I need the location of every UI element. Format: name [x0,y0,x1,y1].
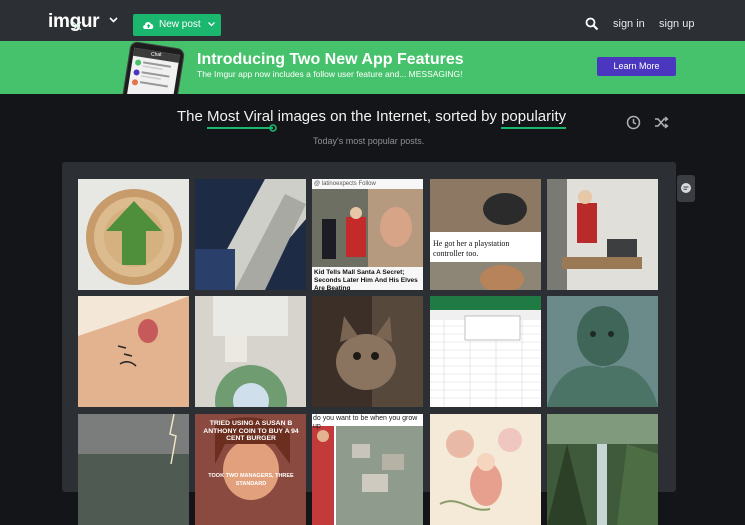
headline-prefix: The [177,108,203,125]
new-post-button[interactable]: New post [133,14,221,36]
sort-selector[interactable]: popularity [501,108,567,129]
gallery-tile[interactable] [430,414,541,525]
tile-image-binder [195,179,306,290]
tile-caption-bottom: TOOK TWO MANAGERS, THREE STANDARD [208,473,294,487]
gallery-tile[interactable] [195,296,306,407]
cloud-upload-icon [143,22,154,29]
tile-image-wood-arrow [78,179,189,290]
tile-image-dog [430,179,541,290]
subheadline: Today's most popular posts. [313,136,425,146]
gallery-tile[interactable] [195,179,306,290]
search-icon[interactable] [585,17,599,31]
tile-image-illustration [430,414,541,525]
gallery-tile[interactable]: TRIED USING A SUSAN B ANTHONY COIN TO BU… [195,414,306,525]
page-headline: The Most Viral images on the Internet, s… [177,108,567,132]
tile-image-hand [78,296,189,407]
gallery-tile[interactable]: do you want to be when you grow up [312,414,423,525]
chat-bubble-icon [681,183,691,193]
tile-image-waterfall [547,414,658,525]
gallery-tile[interactable] [547,414,658,525]
gallery-tile[interactable] [78,296,189,407]
sign-in-link[interactable]: sign in [613,18,645,30]
tile-caption: He got her a playstation controller too. [433,239,510,258]
tile-caption: do you want to be when you grow up [313,415,418,430]
tile-caption: Kid Tells Mall Santa A Secret; Seconds L… [314,269,418,290]
learn-more-button[interactable]: Learn More [597,57,676,76]
close-icon[interactable] [70,19,84,33]
tile-top-text: @ latinoexpects Follow [314,181,376,187]
phone-illustration: Chat [120,41,185,94]
tile-image-dispenser [195,296,306,407]
chat-button[interactable] [677,175,695,202]
gallery-tile[interactable] [547,296,658,407]
gallery-tile[interactable] [78,179,189,290]
tile-image-lightning [78,414,189,525]
gallery-tile[interactable] [547,179,658,290]
gallery-tile[interactable]: He got her a playstation controller too. [430,179,541,290]
gallery-tile[interactable]: @ latinoexpects Follow Kid Tells Mall Sa… [312,179,423,290]
sign-up-link[interactable]: sign up [659,18,694,30]
headline-middle: images on the Internet, sorted by [277,108,497,125]
gallery-tile[interactable] [312,296,423,407]
tile-image-kitten [312,296,423,407]
shuffle-icon[interactable] [654,115,669,130]
tile-image-hulk [547,296,658,407]
sort-value: popularity [501,108,567,125]
phone-screen-title: Chat [151,52,162,58]
tile-caption-top: TRIED USING A SUSAN B ANTHONY COIN TO BU… [203,420,299,442]
section-selector[interactable]: Most Viral [207,108,278,132]
banner-title: Introducing Two New App Features [197,51,464,68]
tile-image-classroom [547,179,658,290]
section-value: Most Viral [207,108,274,125]
chevron-down-icon [208,22,215,27]
chevron-down-icon[interactable] [108,15,119,25]
tile-image-spreadsheet [430,296,541,407]
clock-icon[interactable] [626,115,641,130]
gallery-tile[interactable] [78,414,189,525]
selector-knob-icon [269,124,278,132]
new-post-label: New post [159,19,201,30]
gallery-tile[interactable] [430,296,541,407]
banner-subtitle: The Imgur app now includes a follow user… [197,69,463,79]
